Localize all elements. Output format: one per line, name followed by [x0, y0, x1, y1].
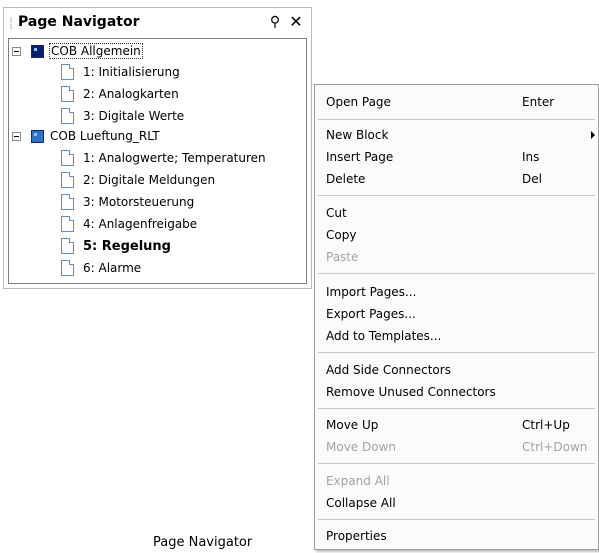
- panel-title: Page Navigator: [18, 14, 140, 30]
- menu-item-label: Add Side Connectors: [326, 363, 451, 377]
- menu-item-delete[interactable]: Delete Del: [326, 169, 598, 189]
- collapse-toggle-icon[interactable]: [12, 46, 21, 56]
- menu-item-label: Delete: [326, 172, 366, 186]
- menu-separator: [318, 463, 595, 464]
- menu-item-copy[interactable]: Copy: [326, 225, 598, 245]
- menu-item-collapse-all[interactable]: Collapse All: [326, 493, 598, 513]
- tree-item-page[interactable]: 4: Anlagenfreigabe: [61, 214, 197, 234]
- tree-item-label: 1: Analogwerte; Temperaturen: [83, 151, 266, 165]
- menu-item-cut[interactable]: Cut: [326, 203, 598, 223]
- tree-item-page[interactable]: 3: Motorsteuerung: [61, 192, 194, 212]
- menu-item-add-side-connectors[interactable]: Add Side Connectors: [326, 360, 598, 380]
- tree-item-label: COB Allgemein: [49, 43, 143, 59]
- menu-item-label: Insert Page: [326, 150, 394, 164]
- tree-item-page[interactable]: 3: Digitale Werte: [61, 106, 184, 126]
- tree-item-cob-lueftung-rlt[interactable]: COB Lueftung_RLT: [12, 126, 160, 146]
- tree-item-page[interactable]: 6: Alarme: [61, 258, 141, 278]
- menu-item-expand-all: Expand All: [326, 471, 598, 491]
- tree-item-page[interactable]: 2: Digitale Meldungen: [61, 170, 215, 190]
- submenu-arrow-icon: [591, 131, 595, 139]
- menu-item-label: Move Up: [326, 418, 379, 432]
- menu-separator: [318, 195, 595, 196]
- tree-item-page[interactable]: 1: Analogwerte; Temperaturen: [61, 148, 266, 168]
- tree-item-label: 2: Digitale Meldungen: [83, 173, 216, 187]
- panel-header: Page Navigator ⚲ ✕: [4, 8, 311, 38]
- menu-item-label: Open Page: [326, 95, 391, 109]
- menu-item-add-to-templates[interactable]: Add to Templates...: [326, 326, 598, 346]
- menu-item-label: Remove Unused Connectors: [326, 385, 496, 399]
- menu-item-paste: Paste: [326, 247, 598, 267]
- page-navigator-panel: Page Navigator ⚲ ✕ COB Allgemein 1: Init…: [3, 7, 312, 289]
- menu-separator: [318, 408, 595, 409]
- menu-item-shortcut: Del: [522, 172, 542, 186]
- tree-item-label: 4: Anlagenfreigabe: [83, 217, 198, 231]
- menu-item-move-down: Move Down Ctrl+Down: [326, 437, 598, 457]
- menu-separator: [318, 273, 595, 274]
- close-icon[interactable]: ✕: [288, 13, 304, 31]
- menu-separator: [318, 352, 595, 353]
- tree-item-page-selected[interactable]: 5: Regelung: [61, 236, 171, 256]
- menu-item-label: Copy: [326, 228, 357, 242]
- tree-item-label: 6: Alarme: [83, 261, 142, 275]
- context-menu: Open Page Enter New Block Insert Page In…: [314, 84, 599, 550]
- block-icon: [31, 44, 44, 58]
- tree-item-label: 3: Digitale Werte: [83, 109, 185, 123]
- page-icon: [61, 260, 74, 276]
- menu-item-insert-page[interactable]: Insert Page Ins: [326, 147, 598, 167]
- tree-item-label: 5: Regelung: [83, 238, 171, 254]
- tree-item-label: 3: Motorsteuerung: [83, 195, 195, 209]
- menu-item-label: Add to Templates...: [326, 329, 442, 343]
- menu-item-properties[interactable]: Properties: [326, 526, 598, 546]
- page-icon: [61, 108, 74, 124]
- figure-caption: Page Navigator: [153, 535, 253, 550]
- drag-grip[interactable]: [10, 17, 12, 30]
- tree-item-page[interactable]: 1: Initialisierung: [61, 62, 180, 82]
- page-icon: [61, 194, 74, 210]
- menu-item-move-up[interactable]: Move Up Ctrl+Up: [326, 415, 598, 435]
- menu-item-label: Collapse All: [326, 496, 396, 510]
- page-icon: [61, 86, 74, 102]
- menu-item-remove-unused-connectors[interactable]: Remove Unused Connectors: [326, 382, 598, 402]
- menu-item-new-block[interactable]: New Block: [326, 125, 598, 145]
- menu-item-export-pages[interactable]: Export Pages...: [326, 304, 598, 324]
- menu-item-label: Import Pages...: [326, 285, 417, 299]
- page-icon: [61, 216, 74, 232]
- pin-icon[interactable]: ⚲: [267, 13, 283, 31]
- menu-item-shortcut: Ctrl+Down: [522, 440, 588, 454]
- menu-item-label: Properties: [326, 529, 387, 543]
- menu-item-open-page[interactable]: Open Page Enter: [326, 92, 598, 112]
- menu-item-shortcut: Ctrl+Up: [522, 418, 570, 432]
- menu-item-shortcut: Enter: [522, 95, 555, 109]
- page-icon: [61, 64, 74, 80]
- menu-item-import-pages[interactable]: Import Pages...: [326, 282, 598, 302]
- menu-item-label: New Block: [326, 128, 389, 142]
- page-icon: [61, 172, 74, 188]
- tree-item-label: 2: Analogkarten: [83, 87, 179, 101]
- menu-item-label: Move Down: [326, 440, 396, 454]
- page-tree: COB Allgemein 1: Initialisierung 2: Anal…: [8, 38, 307, 284]
- page-icon: [61, 150, 74, 166]
- tree-item-label: COB Lueftung_RLT: [50, 129, 160, 143]
- menu-item-shortcut: Ins: [522, 150, 540, 164]
- menu-item-label: Export Pages...: [326, 307, 416, 321]
- menu-item-label: Expand All: [326, 474, 390, 488]
- tree-item-page[interactable]: 2: Analogkarten: [61, 84, 179, 104]
- block-icon: [31, 129, 44, 143]
- menu-separator: [318, 119, 595, 120]
- menu-separator: [318, 519, 595, 520]
- page-icon: [61, 238, 74, 254]
- menu-item-label: Paste: [326, 250, 359, 264]
- menu-item-label: Cut: [326, 206, 347, 220]
- tree-item-cob-allgemein[interactable]: COB Allgemein: [12, 41, 143, 61]
- tree-item-label: 1: Initialisierung: [83, 65, 180, 79]
- collapse-toggle-icon[interactable]: [12, 131, 21, 141]
